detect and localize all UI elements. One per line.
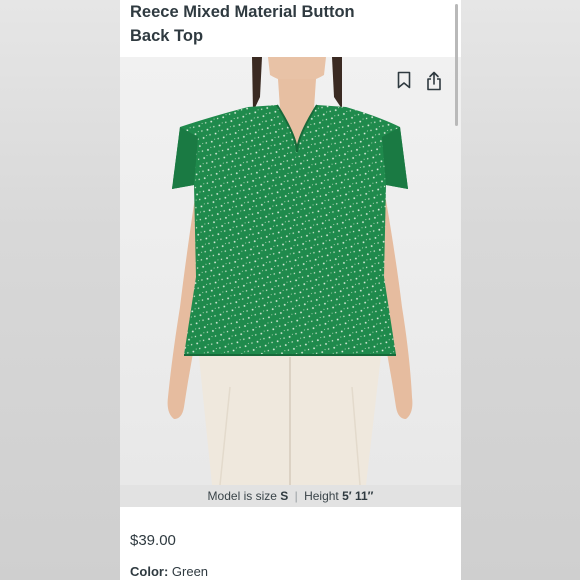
product-photo	[167, 57, 413, 485]
share-button[interactable]	[426, 71, 448, 93]
product-title: Reece Mixed Material Button Back Top	[130, 0, 450, 48]
carousel-dots	[120, 514, 461, 524]
background-blur-left	[0, 0, 120, 580]
product-image[interactable]	[120, 57, 461, 485]
share-icon	[427, 71, 441, 91]
model-hair-left	[252, 57, 262, 112]
bookmark-icon	[397, 71, 411, 89]
color-selection: Color: Green	[130, 564, 208, 579]
color-value: Green	[171, 564, 209, 579]
product-title-line2: Back Top	[130, 27, 204, 45]
color-label: Color:	[130, 564, 169, 579]
model-size-info: Model is size S | Height 5′ 11″	[120, 485, 461, 507]
product-page: Reece Mixed Material Button Back Top Mod…	[120, 0, 461, 580]
scrollbar[interactable]	[455, 4, 458, 126]
model-height-value: 5′ 11″	[342, 489, 374, 503]
background-blur-right	[461, 0, 580, 580]
model-height-label: Height	[304, 489, 339, 503]
model-size-value: S	[280, 489, 289, 503]
bookmark-button[interactable]	[397, 71, 419, 93]
model-hair-right	[332, 57, 342, 109]
product-price: $39.00	[130, 532, 176, 549]
green-top	[172, 105, 408, 355]
model-size-prefix: Model is size	[207, 489, 277, 503]
product-title-line1: Reece Mixed Material Button	[130, 3, 355, 21]
model-info-separator: |	[294, 489, 298, 503]
